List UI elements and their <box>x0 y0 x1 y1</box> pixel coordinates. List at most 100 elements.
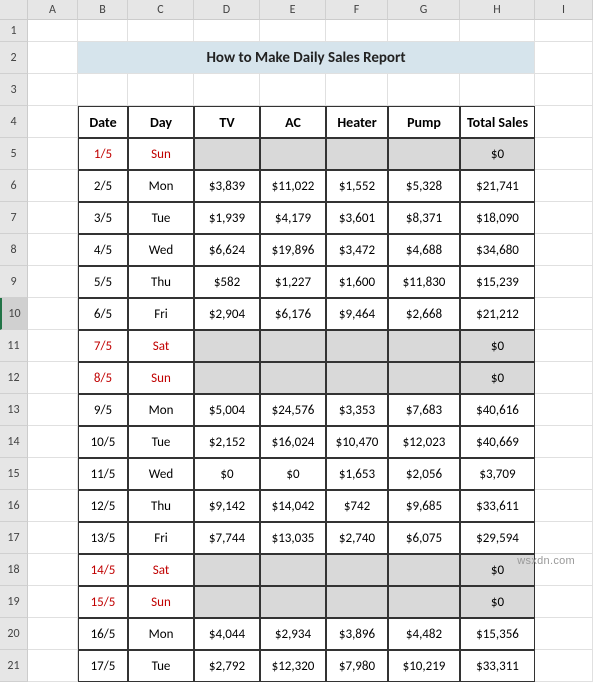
cell-date[interactable]: 6/5 <box>78 298 128 330</box>
cell-total[interactable]: $21,741 <box>460 170 535 202</box>
cell-pump[interactable]: $11,830 <box>388 266 460 298</box>
row-header-4[interactable]: 4 <box>0 106 28 138</box>
row-header-3[interactable]: 3 <box>0 74 28 106</box>
empty-cell[interactable] <box>326 74 388 106</box>
empty-cell[interactable] <box>28 330 78 362</box>
empty-cell[interactable] <box>78 74 128 106</box>
cell-day[interactable]: Sun <box>128 586 194 618</box>
cell-pump[interactable]: $12,023 <box>388 426 460 458</box>
empty-cell[interactable] <box>535 330 593 362</box>
empty-cell[interactable] <box>28 554 78 586</box>
row-header-13[interactable]: 13 <box>0 394 28 426</box>
empty-cell[interactable] <box>28 170 78 202</box>
cell-tv[interactable]: $7,744 <box>194 522 260 554</box>
column-header-B[interactable]: B <box>78 0 128 20</box>
cell-ac[interactable] <box>260 330 326 362</box>
cell-date[interactable]: 16/5 <box>78 618 128 650</box>
cell-tv[interactable]: $4,044 <box>194 618 260 650</box>
empty-cell[interactable] <box>28 298 78 330</box>
empty-cell[interactable] <box>535 650 593 682</box>
cell-ac[interactable]: $14,042 <box>260 490 326 522</box>
empty-cell[interactable] <box>28 42 78 74</box>
cell-date[interactable]: 17/5 <box>78 650 128 682</box>
cell-pump[interactable]: $9,685 <box>388 490 460 522</box>
cell-heater[interactable]: $1,552 <box>326 170 388 202</box>
empty-cell[interactable] <box>535 298 593 330</box>
cell-tv[interactable]: $2,904 <box>194 298 260 330</box>
cell-heater[interactable] <box>326 362 388 394</box>
cell-ac[interactable]: $12,320 <box>260 650 326 682</box>
empty-cell[interactable] <box>535 138 593 170</box>
cell-heater[interactable]: $3,353 <box>326 394 388 426</box>
cell-heater[interactable] <box>326 330 388 362</box>
cell-date[interactable]: 13/5 <box>78 522 128 554</box>
cell-total[interactable]: $29,594 <box>460 522 535 554</box>
cell-date[interactable]: 3/5 <box>78 202 128 234</box>
cell-date[interactable]: 8/5 <box>78 362 128 394</box>
empty-cell[interactable] <box>78 20 128 42</box>
column-header-A[interactable]: A <box>28 0 78 20</box>
cell-ac[interactable]: $13,035 <box>260 522 326 554</box>
row-header-6[interactable]: 6 <box>0 170 28 202</box>
cell-day[interactable]: Mon <box>128 618 194 650</box>
empty-cell[interactable] <box>535 42 593 74</box>
cell-tv[interactable]: $9,142 <box>194 490 260 522</box>
empty-cell[interactable] <box>28 490 78 522</box>
cell-pump[interactable]: $4,482 <box>388 618 460 650</box>
cell-date[interactable]: 12/5 <box>78 490 128 522</box>
cell-heater[interactable]: $742 <box>326 490 388 522</box>
empty-cell[interactable] <box>388 20 460 42</box>
empty-cell[interactable] <box>535 522 593 554</box>
cell-date[interactable]: 11/5 <box>78 458 128 490</box>
empty-cell[interactable] <box>28 138 78 170</box>
cell-tv[interactable] <box>194 362 260 394</box>
cell-pump[interactable] <box>388 586 460 618</box>
cell-ac[interactable]: $4,179 <box>260 202 326 234</box>
cell-tv[interactable] <box>194 330 260 362</box>
cell-heater[interactable]: $1,653 <box>326 458 388 490</box>
cell-pump[interactable] <box>388 362 460 394</box>
select-all-corner[interactable] <box>0 0 28 20</box>
empty-cell[interactable] <box>535 106 593 138</box>
cell-pump[interactable] <box>388 554 460 586</box>
cell-ac[interactable]: $2,934 <box>260 618 326 650</box>
cell-total[interactable]: $0 <box>460 362 535 394</box>
cell-tv[interactable]: $2,792 <box>194 650 260 682</box>
cell-heater[interactable]: $2,740 <box>326 522 388 554</box>
cell-tv[interactable] <box>194 554 260 586</box>
cell-heater[interactable]: $3,896 <box>326 618 388 650</box>
empty-cell[interactable] <box>28 522 78 554</box>
cell-day[interactable]: Thu <box>128 490 194 522</box>
cell-tv[interactable]: $582 <box>194 266 260 298</box>
cell-heater[interactable] <box>326 586 388 618</box>
empty-cell[interactable] <box>28 106 78 138</box>
cell-tv[interactable]: $0 <box>194 458 260 490</box>
empty-cell[interactable] <box>535 458 593 490</box>
empty-cell[interactable] <box>28 20 78 42</box>
cell-date[interactable]: 9/5 <box>78 394 128 426</box>
cell-total[interactable]: $33,611 <box>460 490 535 522</box>
empty-cell[interactable] <box>535 362 593 394</box>
empty-cell[interactable] <box>535 170 593 202</box>
column-header-E[interactable]: E <box>260 0 326 20</box>
cell-tv[interactable]: $1,939 <box>194 202 260 234</box>
cell-total[interactable]: $18,090 <box>460 202 535 234</box>
cell-ac[interactable] <box>260 362 326 394</box>
empty-cell[interactable] <box>28 426 78 458</box>
empty-cell[interactable] <box>28 394 78 426</box>
cell-total[interactable]: $34,680 <box>460 234 535 266</box>
empty-cell[interactable] <box>535 202 593 234</box>
empty-cell[interactable] <box>460 20 535 42</box>
empty-cell[interactable] <box>194 74 260 106</box>
row-header-8[interactable]: 8 <box>0 234 28 266</box>
cell-day[interactable]: Tue <box>128 202 194 234</box>
row-header-9[interactable]: 9 <box>0 266 28 298</box>
row-header-7[interactable]: 7 <box>0 202 28 234</box>
empty-cell[interactable] <box>28 650 78 682</box>
empty-cell[interactable] <box>535 74 593 106</box>
empty-cell[interactable] <box>28 266 78 298</box>
empty-cell[interactable] <box>28 618 78 650</box>
cell-date[interactable]: 4/5 <box>78 234 128 266</box>
row-header-14[interactable]: 14 <box>0 426 28 458</box>
empty-cell[interactable] <box>28 234 78 266</box>
